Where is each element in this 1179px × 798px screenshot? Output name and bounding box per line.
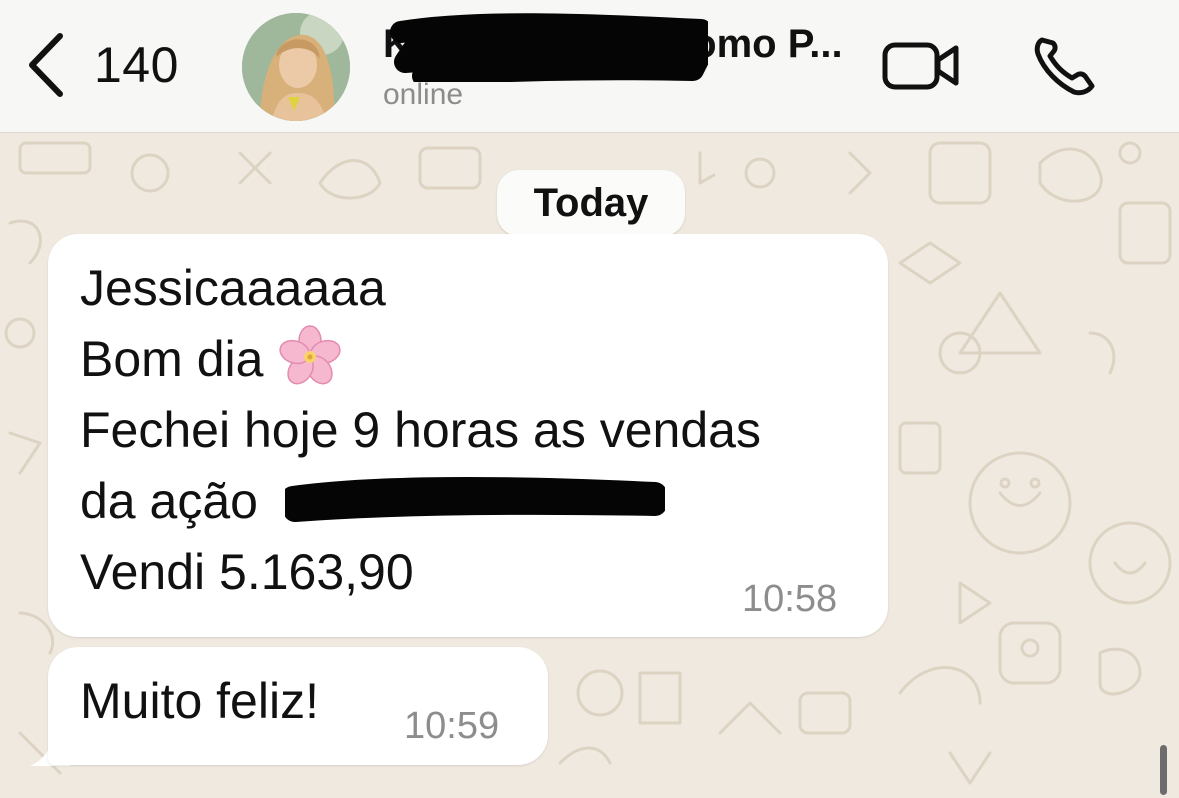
contact-name[interactable]: Ka omo P...: [383, 22, 863, 67]
phone-icon: [1034, 37, 1095, 96]
contact-name-end: omo P...: [692, 22, 843, 66]
message-timestamp: 10:59: [404, 705, 500, 747]
unread-count: 140: [94, 37, 179, 93]
message-line: Muito feliz!: [80, 673, 319, 729]
message-line: da ação: [80, 473, 258, 529]
cherry-blossom-emoji: [279, 325, 342, 385]
message-bubble[interactable]: Jessicaaaaaa Bom dia Fechei hoje 9 horas…: [48, 234, 888, 637]
message-timestamp: 10:58: [742, 578, 838, 620]
contact-name-start: Ka: [383, 22, 435, 66]
message-line: Vendi 5.163,90: [80, 544, 414, 600]
scrollbar[interactable]: [1160, 745, 1167, 795]
message-bubble[interactable]: Muito feliz! 10:59: [48, 647, 548, 765]
chat-header: 140 Ka omo P... online: [0, 0, 1179, 133]
contact-avatar[interactable]: [242, 13, 350, 121]
contact-status: online: [383, 78, 464, 111]
video-camera-icon: [882, 42, 959, 90]
message-line: Fechei hoje 9 horas as vendas: [80, 402, 761, 458]
date-divider: Today: [497, 170, 685, 236]
back-button[interactable]: 140: [22, 30, 202, 100]
video-call-button[interactable]: [880, 35, 964, 95]
voice-call-button[interactable]: [1030, 30, 1100, 100]
message-line-text: Bom dia: [80, 331, 264, 387]
avatar-photo: [242, 13, 350, 121]
chevron-left-icon: [29, 33, 63, 97]
message-line: Jessicaaaaaa: [80, 260, 386, 316]
message-line: Bom dia: [80, 325, 343, 390]
